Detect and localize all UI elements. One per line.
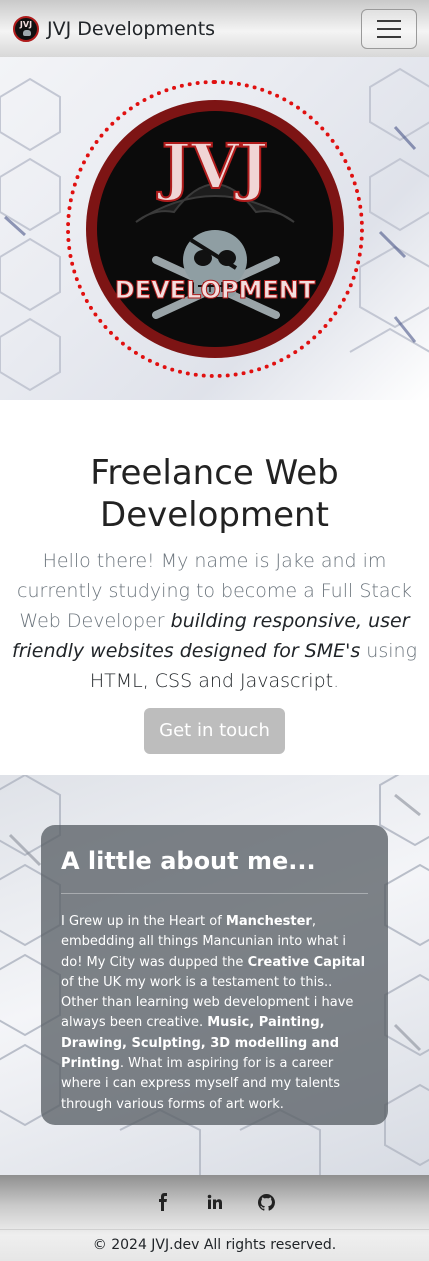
footer: © 2024 JVJ.dev All rights reserved. xyxy=(0,1175,429,1261)
copyright-text: © 2024 JVJ.dev All rights reserved. xyxy=(92,1237,337,1253)
hamburger-menu-icon-bar xyxy=(377,36,401,38)
facebook-icon[interactable] xyxy=(154,1193,172,1211)
brand-logo-letters: JVJ xyxy=(19,19,33,29)
hamburger-menu-icon xyxy=(377,20,401,22)
intro-section: Freelance Web Development Hello there! M… xyxy=(0,400,429,775)
hero-logo-subtitle: DEVELOPMENT xyxy=(115,276,316,304)
hamburger-menu-icon-bar xyxy=(377,28,401,30)
about-text: I Grew up in the Heart of Manchester, em… xyxy=(61,912,368,1115)
hero-logo-title: JVJ xyxy=(157,130,269,203)
brand-logo-skull xyxy=(23,29,31,36)
footer-divider xyxy=(0,1229,429,1230)
social-links xyxy=(0,1193,429,1211)
about-text-bold: Manchester xyxy=(225,914,312,929)
brand-link[interactable]: JVJ JVJ Developments xyxy=(13,15,216,42)
about-text-bold: Creative Capital xyxy=(247,954,366,970)
about-text-part: I Grew up in the Heart of xyxy=(61,914,226,929)
about-section: A little about me... I Grew up in the He… xyxy=(0,775,429,1175)
hero-section: JVJ DEVELOPMENT xyxy=(0,57,429,400)
intro-text-tech: HTML, CSS and Javascript xyxy=(89,670,334,692)
navbar: JVJ JVJ Developments xyxy=(0,0,429,57)
hero-logo: JVJ DEVELOPMENT xyxy=(86,100,344,358)
intro-text: Hello there! My name is Jake and im curr… xyxy=(12,546,417,696)
intro-text-part2: using xyxy=(360,640,417,662)
linkedin-icon[interactable] xyxy=(206,1193,224,1211)
brand-logo: JVJ xyxy=(13,15,39,42)
pirate-skull-logo: JVJ DEVELOPMENT xyxy=(97,111,333,347)
github-icon[interactable] xyxy=(258,1193,276,1211)
about-card: A little about me... I Grew up in the He… xyxy=(41,825,388,1125)
page-title: Freelance Web Development xyxy=(90,453,339,535)
get-in-touch-button[interactable]: Get in touch xyxy=(144,708,285,754)
brand-text: JVJ Developments xyxy=(47,17,216,40)
intro-text-end: . xyxy=(333,670,340,692)
navbar-toggle-button[interactable] xyxy=(361,9,417,49)
about-heading: A little about me... xyxy=(61,847,316,875)
about-divider xyxy=(61,893,368,894)
